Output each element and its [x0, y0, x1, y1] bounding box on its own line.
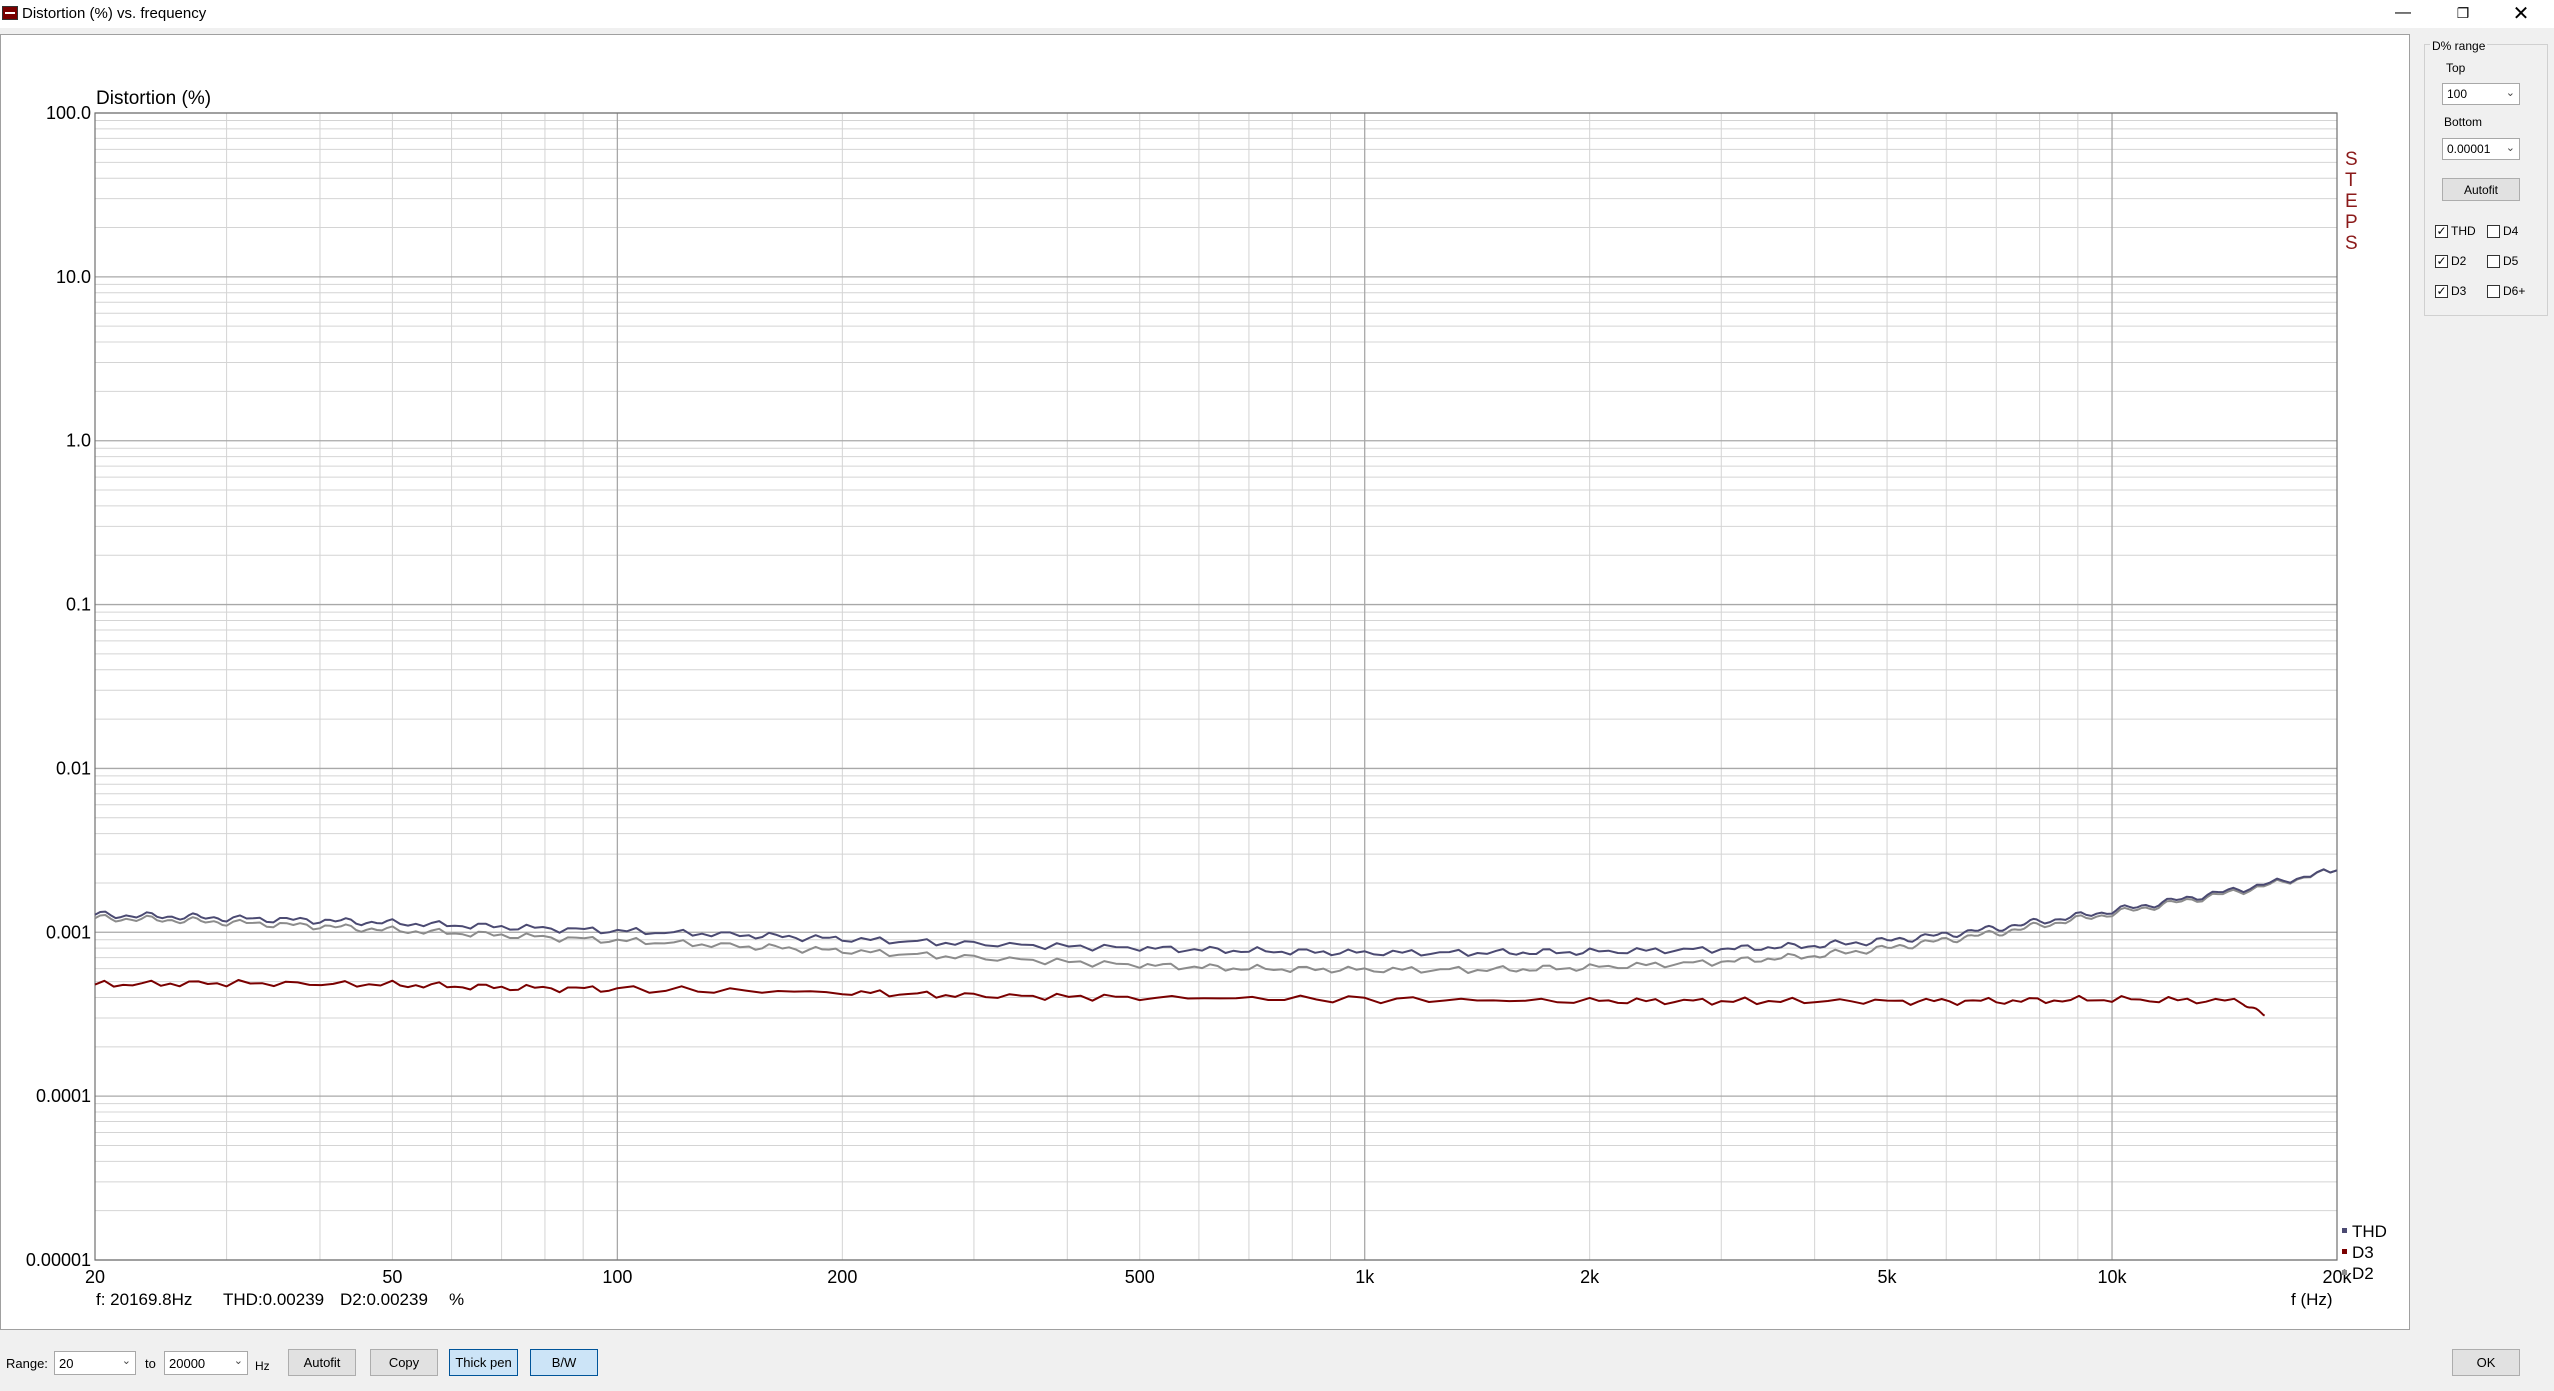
x-tick-label: 100 — [602, 1267, 632, 1287]
ok-button[interactable]: OK — [2452, 1349, 2520, 1376]
d5-checkbox-label: D5 — [2503, 254, 2519, 268]
legend-swatch-thd — [2342, 1228, 2347, 1233]
bw-button[interactable]: B/W — [530, 1349, 598, 1376]
title-bar: Distortion (%) vs. frequency — ❐ ✕ — [0, 0, 2554, 28]
chevron-down-icon: ⌄ — [233, 1355, 243, 1367]
top-range-value: 100 — [2447, 87, 2468, 101]
thd-checkbox-label: THD — [2451, 224, 2476, 238]
x-tick-label: 500 — [1125, 1267, 1155, 1287]
y-tick-label: 0.01 — [56, 758, 91, 778]
y-tick-label: 0.001 — [46, 922, 91, 942]
bottom-range-select[interactable]: 0.00001 ⌄ — [2442, 138, 2520, 160]
legend-swatch-d2 — [2342, 1270, 2347, 1275]
steps-letter: E — [2345, 191, 2358, 212]
x-tick-label: 200 — [827, 1267, 857, 1287]
range-label: Range: — [6, 1356, 48, 1371]
grid — [94, 112, 2338, 1261]
x-tick-label: 50 — [382, 1267, 402, 1287]
axis-labels: 20 50 100 200 500 1k 2k 5k 10k 20k 100.0 10.0 1.0 0.1… — [26, 103, 2353, 1287]
checkbox-box[interactable] — [2487, 284, 2500, 298]
d4-checkbox[interactable]: D4 — [2487, 224, 2518, 238]
chevron-down-icon: ⌄ — [2505, 142, 2515, 154]
checkbox-box[interactable] — [2487, 224, 2500, 238]
d-range-label: D% range — [2430, 39, 2488, 53]
y-tick-label: 0.1 — [66, 595, 91, 615]
readout-d2: D2:0.00239 — [340, 1290, 428, 1309]
x-tick-label: 20 — [85, 1267, 105, 1287]
d6plus-checkbox[interactable]: D6+ — [2487, 284, 2525, 298]
y-axis-title: Distortion (%) — [96, 88, 211, 109]
window-title: Distortion (%) vs. frequency — [22, 5, 207, 22]
x-tick-label: 20k — [2322, 1267, 2352, 1287]
hz-unit-label: Hz — [255, 1359, 270, 1373]
checkbox-box[interactable]: ✓ — [2435, 224, 2448, 238]
top-label: Top — [2446, 61, 2466, 75]
readout-thd: THD:0.00239 — [223, 1290, 324, 1309]
x-tick-label: 1k — [1355, 1267, 1375, 1287]
y-tick-label: 0.00001 — [26, 1250, 91, 1270]
legend-label-d3: D3 — [2352, 1243, 2374, 1262]
distortion-chart[interactable]: 20 50 100 200 500 1k 2k 5k 10k 20k 100.0 10.0 1.0 0.1… — [1, 35, 2409, 1329]
bottom-range-value: 0.00001 — [2447, 142, 2491, 156]
side-autofit-button[interactable]: Autofit — [2442, 178, 2520, 201]
thd-checkbox[interactable]: ✓ THD — [2435, 224, 2476, 238]
checkbox-box[interactable] — [2487, 254, 2500, 268]
y-tick-label: 10.0 — [56, 267, 91, 287]
legend-label-thd: THD — [2352, 1222, 2387, 1241]
minimize-button[interactable]: — — [2381, 0, 2425, 26]
readout: f: 20169.8Hz THD:0.00239 D2:0.00239 % — [96, 1290, 464, 1309]
d2-checkbox[interactable]: ✓ D2 — [2435, 254, 2466, 268]
d6plus-checkbox-label: D6+ — [2503, 284, 2526, 298]
steps-letter: S — [2345, 149, 2358, 170]
steps-letter: T — [2345, 170, 2357, 191]
to-label: to — [145, 1356, 156, 1371]
steps-label[interactable]: STEPS — [2345, 149, 2358, 254]
x-tick-label: 5k — [1878, 1267, 1898, 1287]
autofit-button[interactable]: Autofit — [288, 1349, 356, 1376]
d3-checkbox[interactable]: ✓ D3 — [2435, 284, 2466, 298]
readout-unit: % — [449, 1290, 464, 1309]
d2-checkbox-label: D2 — [2451, 254, 2467, 268]
close-button[interactable]: ✕ — [2499, 0, 2543, 26]
checkbox-box[interactable]: ✓ — [2435, 284, 2448, 298]
chart-area[interactable]: 20 50 100 200 500 1k 2k 5k 10k 20k 100.0 10.0 1.0 0.1… — [0, 34, 2410, 1330]
d4-checkbox-label: D4 — [2503, 224, 2519, 238]
steps-letter: P — [2345, 212, 2358, 233]
x-tick-label: 2k — [1580, 1267, 1600, 1287]
steps-letter: S — [2345, 233, 2358, 254]
copy-button[interactable]: Copy — [370, 1349, 438, 1376]
chevron-down-icon: ⌄ — [121, 1355, 131, 1367]
range-to-value: 20000 — [169, 1355, 206, 1371]
series-line-thd — [94, 868, 2338, 957]
x-tick-label: 10k — [2098, 1267, 2128, 1287]
series — [94, 868, 2338, 1017]
readout-frequency: f: 20169.8Hz — [96, 1290, 192, 1309]
y-tick-label: 1.0 — [66, 431, 91, 451]
top-range-select[interactable]: 100 ⌄ — [2442, 83, 2520, 105]
maximize-button[interactable]: ❐ — [2441, 0, 2485, 26]
bottom-label: Bottom — [2444, 115, 2483, 129]
app-icon — [2, 6, 18, 20]
y-tick-label: 0.0001 — [36, 1086, 91, 1106]
y-tick-label: 100.0 — [46, 103, 91, 123]
d5-checkbox[interactable]: D5 — [2487, 254, 2518, 268]
legend-label-d2: D2 — [2352, 1264, 2374, 1283]
chevron-down-icon: ⌄ — [2505, 87, 2515, 99]
plot-frame — [94, 112, 2338, 1261]
d3-checkbox-label: D3 — [2451, 284, 2467, 298]
x-axis-title: f (Hz) — [2291, 1290, 2333, 1309]
range-from-value: 20 — [59, 1355, 74, 1371]
checkbox-box[interactable]: ✓ — [2435, 254, 2448, 268]
range-from-select[interactable]: 20 ⌄ — [54, 1351, 136, 1375]
legend-swatch-d3 — [2342, 1249, 2347, 1254]
range-to-select[interactable]: 20000 ⌄ — [164, 1351, 248, 1375]
thick-pen-button[interactable]: Thick pen — [449, 1349, 518, 1376]
